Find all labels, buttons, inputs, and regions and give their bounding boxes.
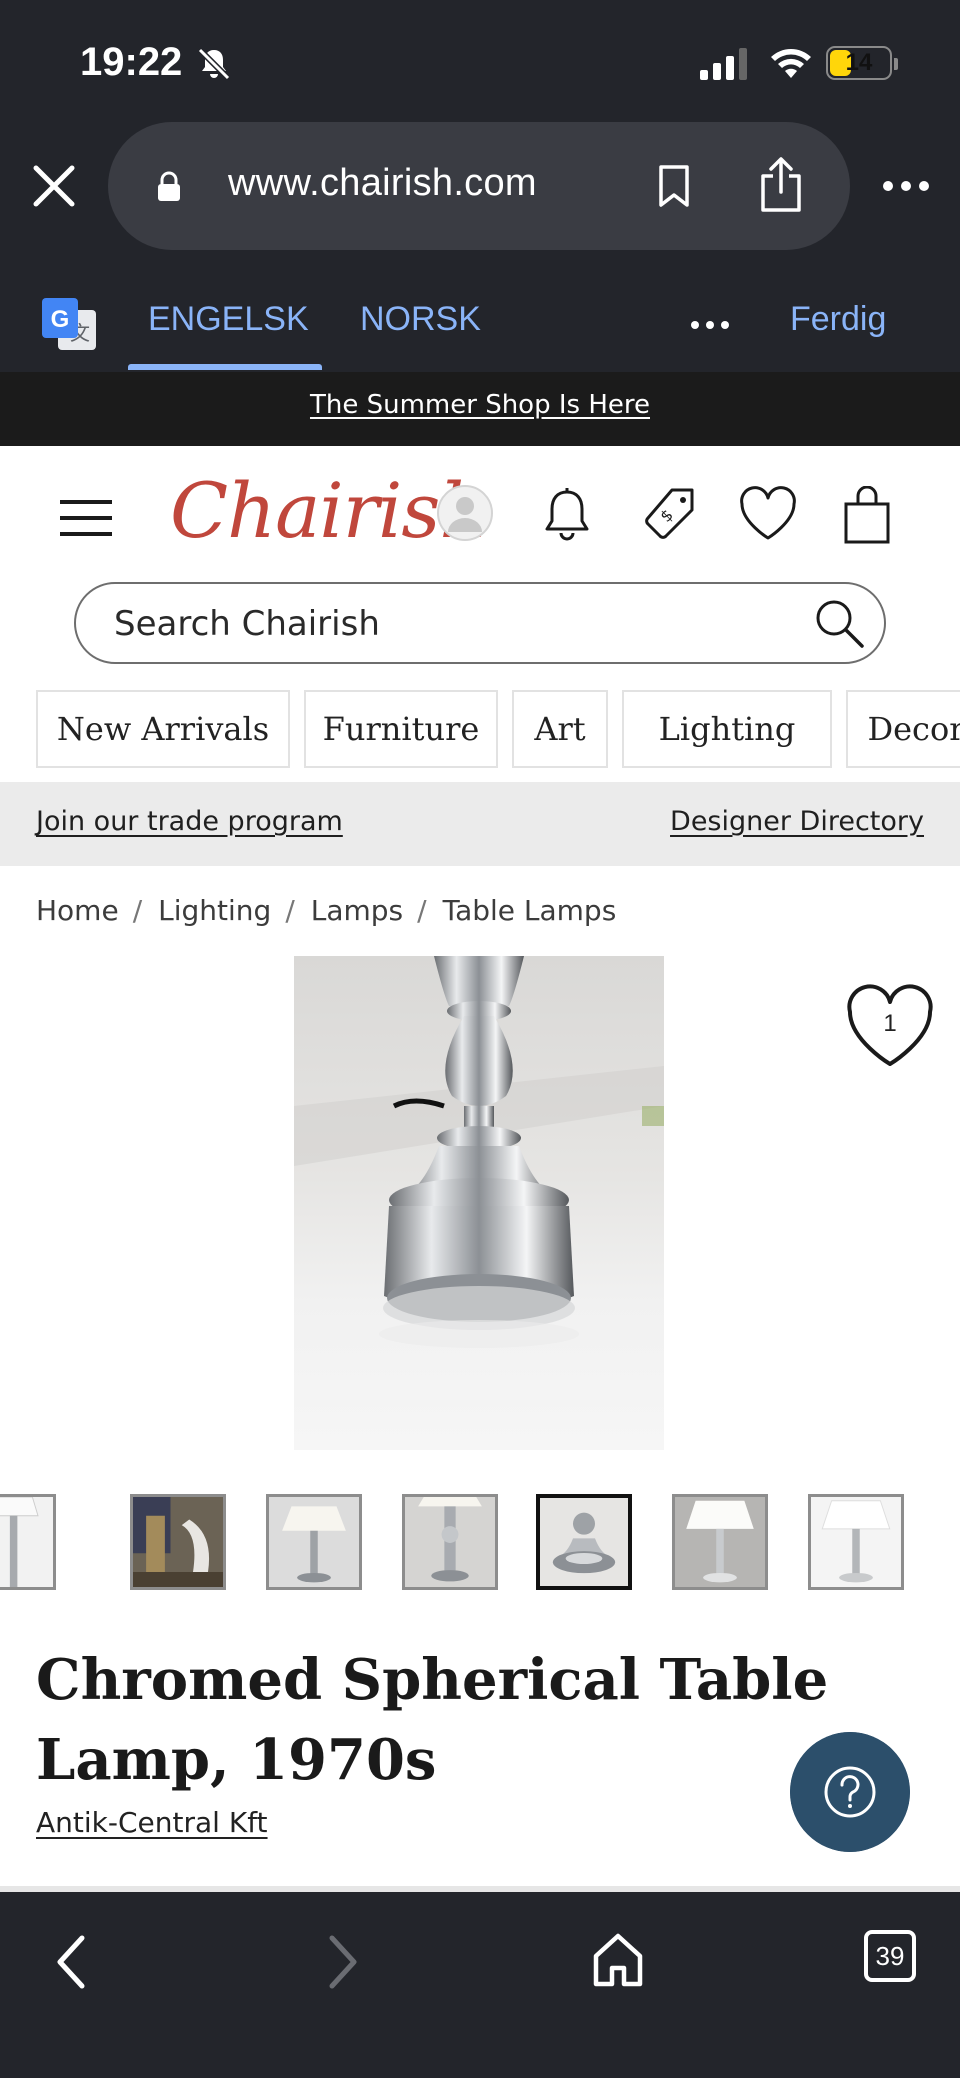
google-translate-icon: 文 G [42,298,96,350]
help-button[interactable] [790,1732,910,1852]
trade-strip: Join our trade program Designer Director… [0,782,960,866]
status-time: 19:22 [80,40,183,84]
breadcrumb-table-lamps[interactable]: Table Lamps [443,894,617,927]
back-icon[interactable] [52,1932,88,1992]
search-input[interactable]: Search Chairish [74,582,886,664]
favorite-count: 1 [883,1010,897,1037]
status-bar: 19:22 14 [0,0,960,118]
more-icon[interactable] [880,176,932,196]
tab-source-language[interactable]: ENGELSK [148,300,309,339]
breadcrumb-lamps[interactable]: Lamps [311,894,403,927]
breadcrumb: Home / Lighting / Lamps / Table Lamps [36,894,616,927]
wifi-icon [771,49,811,78]
breadcrumb-separator: / [132,894,143,927]
translate-bar: 文 G ENGELSK NORSK Ferdig [0,258,960,372]
svg-text:$: $ [656,505,677,526]
close-icon[interactable] [28,160,80,212]
site-header: Chairish $ [0,446,960,576]
heart-icon[interactable] [738,486,798,542]
tab-switcher-button[interactable]: 39 [864,1930,916,1982]
translate-done-button[interactable]: Ferdig [790,300,886,339]
share-icon[interactable] [758,156,804,214]
battery-cap [894,58,898,70]
category-new-arrivals[interactable]: New Arrivals [36,690,290,768]
category-furniture[interactable]: Furniture [304,690,498,768]
search-icon[interactable] [812,596,868,652]
bell-icon[interactable] [540,486,594,546]
product-main-image[interactable] [294,956,664,1450]
browser-toolbar: 39 [0,1886,960,2078]
active-tab-indicator [128,364,322,370]
thumbnail[interactable] [808,1494,904,1590]
hamburger-icon[interactable] [60,498,112,538]
translate-more-icon[interactable] [690,320,730,330]
trade-program-link[interactable]: Join our trade program [36,806,343,837]
signal-icon [700,48,747,80]
breadcrumb-separator: / [417,894,427,927]
thumbnail[interactable] [0,1494,56,1590]
thumbnail-strip [0,1494,960,1590]
seller-link[interactable]: Antik-Central Kft [36,1806,268,1839]
category-art[interactable]: Art [512,690,608,768]
promo-banner: The Summer Shop Is Here [0,372,960,446]
forward-icon[interactable] [326,1932,362,1992]
breadcrumb-lighting[interactable]: Lighting [158,894,271,927]
battery-level: 14 [845,49,873,76]
thumbnail[interactable] [672,1494,768,1590]
category-decor[interactable]: Decor [846,690,960,768]
breadcrumb-home[interactable]: Home [36,894,119,927]
account-icon[interactable] [436,484,494,542]
shopping-bag-icon[interactable] [842,486,892,546]
svg-text:G: G [51,306,70,333]
price-tag-icon[interactable]: $ [640,486,698,544]
search-placeholder: Search Chairish [114,604,380,644]
home-icon[interactable] [592,1932,644,1988]
breadcrumb-separator: / [285,894,295,927]
bookmark-icon[interactable] [656,164,692,208]
promo-link[interactable]: The Summer Shop Is Here [310,390,650,420]
bell-slash-icon [197,47,231,81]
thumbnail[interactable] [266,1494,362,1590]
tab-target-language[interactable]: NORSK [360,300,481,339]
category-lighting[interactable]: Lighting [622,690,832,768]
thumbnail-active[interactable] [536,1494,632,1590]
designer-directory-link[interactable]: Designer Directory [670,806,924,837]
url-text[interactable]: www.chairish.com [228,162,537,205]
thumbnail[interactable] [402,1494,498,1590]
battery-indicator: 14 [826,46,892,80]
thumbnail[interactable] [130,1494,226,1590]
browser-url-row: www.chairish.com [0,118,960,258]
address-bar[interactable]: www.chairish.com [108,122,850,250]
lock-icon [158,171,180,201]
